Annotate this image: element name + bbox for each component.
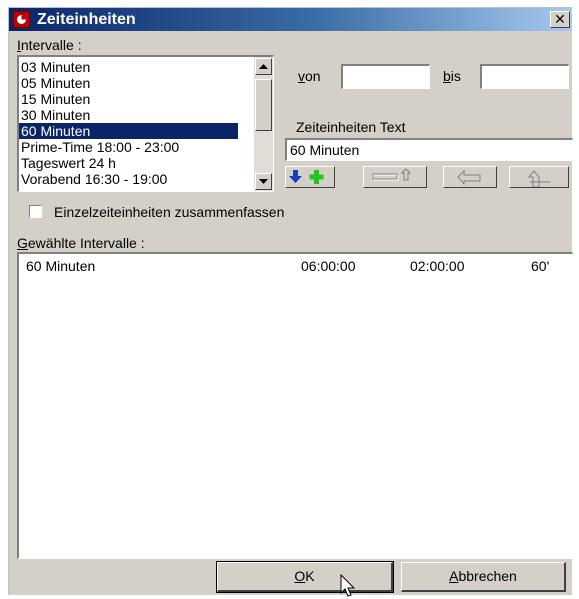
intervals-scrollbar[interactable] bbox=[254, 57, 273, 191]
app-icon bbox=[13, 11, 30, 28]
row-start: 06:00:00 bbox=[301, 258, 356, 274]
window-title: Zeiteinheiten bbox=[37, 11, 136, 28]
scroll-up-button[interactable] bbox=[255, 58, 272, 75]
close-icon: ✕ bbox=[554, 11, 566, 27]
cancel-button[interactable]: Abbrechen bbox=[401, 562, 566, 592]
list-item[interactable]: 30 Minuten bbox=[19, 107, 238, 123]
add-down-arrow-icon bbox=[289, 170, 324, 184]
list-item[interactable]: 05 Minuten bbox=[19, 75, 238, 91]
table-row[interactable]: 60 Minuten 06:00:00 02:00:00 60' bbox=[19, 258, 569, 276]
list-item[interactable]: Vorabend 16:30 - 19:00 bbox=[19, 171, 238, 187]
bis-input[interactable] bbox=[480, 64, 569, 89]
list-item[interactable]: Prime-Time 18:00 - 23:00 bbox=[19, 139, 238, 155]
combine-checkbox[interactable] bbox=[29, 205, 42, 218]
close-button[interactable]: ✕ bbox=[550, 11, 570, 28]
zeiteinheiten-dialog: Zeiteinheiten ✕ Intervalle : 03 Minuten … bbox=[8, 7, 573, 595]
intervals-listbox[interactable]: 03 Minuten 05 Minuten 15 Minuten 30 Minu… bbox=[17, 55, 274, 192]
zeiteinheiten-text-input[interactable]: 60 Minuten bbox=[285, 138, 573, 161]
list-item[interactable]: Tageswert 24 h bbox=[19, 155, 238, 171]
arrow-up-icon bbox=[259, 64, 268, 69]
title-bar[interactable]: Zeiteinheiten ✕ bbox=[9, 8, 572, 31]
mouse-pointer-icon bbox=[340, 574, 356, 597]
move-up-icon bbox=[372, 168, 412, 181]
replace-up-icon bbox=[527, 170, 550, 187]
intervals-label: Intervalle : bbox=[17, 37, 82, 53]
list-item[interactable]: 03 Minuten bbox=[19, 59, 238, 75]
scroll-down-button[interactable] bbox=[255, 173, 272, 190]
scroll-thumb[interactable] bbox=[255, 79, 272, 131]
list-item-selected[interactable]: 60 Minuten bbox=[19, 123, 238, 139]
row-name: 60 Minuten bbox=[26, 258, 96, 274]
add-interval-button[interactable] bbox=[285, 166, 335, 188]
move-up-button bbox=[363, 166, 427, 188]
row-unit: 60' bbox=[531, 258, 550, 274]
replace-button bbox=[509, 166, 569, 188]
ok-button[interactable]: OK bbox=[216, 561, 394, 593]
bis-label: bis bbox=[443, 68, 461, 84]
undo-left-icon bbox=[457, 169, 481, 186]
text-field-label: Zeiteinheiten Text bbox=[296, 119, 406, 135]
von-input[interactable] bbox=[341, 64, 430, 89]
selected-intervals-list[interactable]: 60 Minuten 06:00:00 02:00:00 60' bbox=[17, 252, 573, 559]
row-duration: 02:00:00 bbox=[410, 258, 465, 274]
undo-button bbox=[443, 166, 497, 188]
arrow-down-icon bbox=[259, 179, 268, 184]
selected-intervals-label: Gewählte Intervalle : bbox=[17, 235, 145, 251]
von-label: von bbox=[298, 68, 321, 84]
list-item[interactable]: 15 Minuten bbox=[19, 91, 238, 107]
combine-label[interactable]: Einzelzeiteinheiten zusammenfassen bbox=[54, 204, 284, 220]
